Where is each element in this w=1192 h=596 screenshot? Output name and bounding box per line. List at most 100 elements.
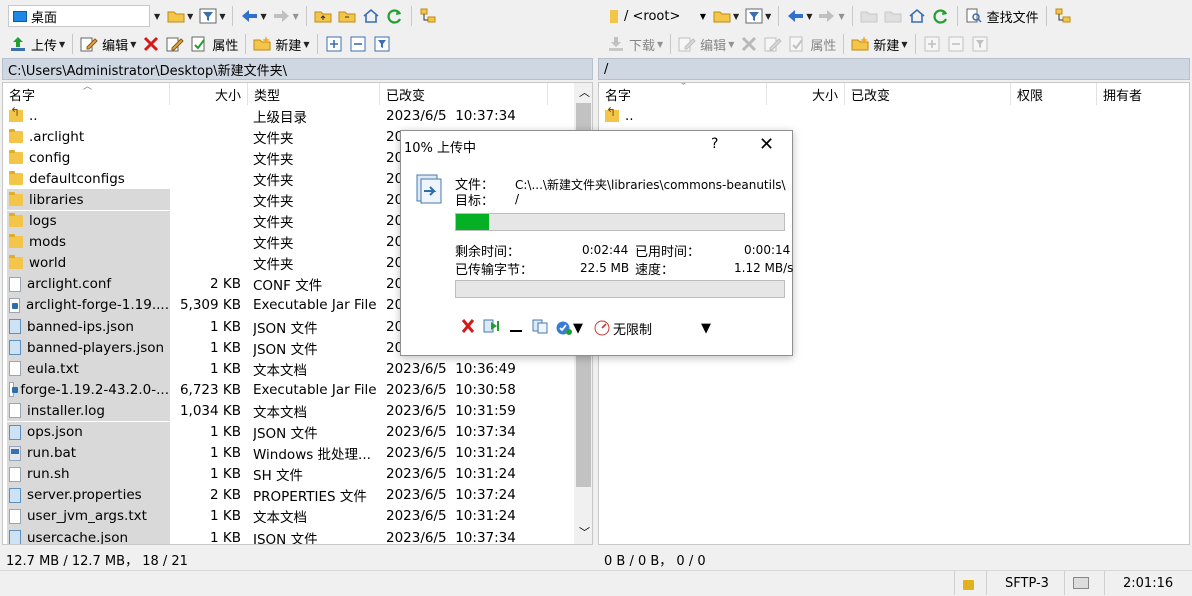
scroll-down-icon[interactable]: ﹀ [579,524,590,540]
table-row[interactable]: eula.txt 1 KB 文本文档 2023/6/5 10:36:49 [3,358,573,380]
right-root-directory-button[interactable] [882,4,904,28]
rename-button[interactable] [164,32,186,56]
refresh-button[interactable] [384,4,406,28]
right-path-bar[interactable]: / [598,58,1190,80]
folder-icon [9,234,23,249]
table-row[interactable]: installer.log 1,034 KB 文本文档 2023/6/5 10:31:… [3,400,573,422]
filter-button[interactable]: ▼ [197,4,227,28]
sort-up-icon: ︿ [83,82,93,92]
speed-limit-dropdown[interactable]: 无限制 ▼ [593,319,711,338]
col-header-rights[interactable]: 权限 [1011,83,1097,105]
right-properties-button[interactable]: 属性 [786,32,838,56]
file-name: world [29,255,67,272]
left-location-combo[interactable]: 桌面 [8,5,150,27]
sort-down-icon: ﹀ [679,82,689,92]
right-delete-button[interactable] [738,32,760,56]
upload-label: 上传 [31,38,58,54]
right-filter-button[interactable]: ▼ [743,4,773,28]
file-size: 1 KB [210,424,241,440]
col-header-changed[interactable]: 已改变 [380,83,548,105]
file-size: 1 KB [210,529,241,545]
right-location-dropdown-icon[interactable]: ▼ [700,12,706,21]
table-row[interactable]: usercache.json 1 KB JSON 文件 2023/6/5 10:37:… [3,527,573,545]
file-name: run.sh [27,466,70,483]
new-button[interactable]: 新建 ▼ [251,32,311,56]
right-rename-button[interactable] [762,32,784,56]
minimize-button[interactable] [507,318,525,338]
root-directory-button[interactable] [336,4,358,28]
right-back-button[interactable]: ▼ [784,4,814,28]
forward-button[interactable]: ▼ [271,4,301,28]
right-refresh-button[interactable] [930,4,952,28]
table-row[interactable]: user_jvm_args.txt 1 KB 文本文档 2023/6/5 10:31:… [3,505,573,527]
skip-file-button[interactable] [483,318,501,338]
parent-directory-button[interactable] [312,4,334,28]
col-header-type[interactable]: 类型 [248,83,380,105]
table-row[interactable]: server.properties 2 KB PROPERTIES 文件 2023/6… [3,484,573,506]
protocol-cell: SFTP-3 [986,571,1064,595]
right-new-button[interactable]: 新建 ▼ [849,32,909,56]
left-location-dropdown-icon[interactable]: ▼ [154,12,160,21]
table-row[interactable]: .. 上级目录 2023/6/5 10:37:34 [3,105,573,126]
select-files-button[interactable] [323,32,345,56]
right-forward-button[interactable]: ▼ [816,4,846,28]
open-directory-button[interactable]: ▼ [165,4,195,28]
help-button[interactable]: ? [711,136,718,152]
table-row[interactable]: forge-1.19.2-43.2.0-... 6,723 KB Executabl… [3,379,573,401]
upload-button[interactable]: 上传 ▼ [7,32,67,56]
table-row[interactable]: ops.json 1 KB JSON 文件 2023/6/5 10:37:34 [3,421,573,443]
col-header-owner[interactable]: 拥有者 [1097,83,1189,105]
table-row[interactable]: run.sh 1 KB SH 文件 2023/6/5 10:31:24 [3,463,573,485]
once-finished-button[interactable]: ▼ [555,320,583,336]
file-name: arclight-forge-1.19.... [25,297,169,314]
download-button[interactable]: 下载 ▼ [605,32,665,56]
tree-view-button[interactable] [417,4,439,28]
right-parent-directory-button[interactable] [858,4,880,28]
table-row[interactable]: .. [599,105,1189,126]
right-location-value: / <root> [624,8,681,24]
file-type: JSON 文件 [253,320,318,337]
col-header-name[interactable]: 名字 ﹀ [599,83,767,105]
file-changed: 2023/6/5 10:37:34 [386,107,516,124]
find-files-button[interactable]: 查找文件 [963,4,1041,28]
back-button[interactable]: ▼ [238,4,268,28]
right-edit-button[interactable]: 编辑 ▼ [676,32,736,56]
queue-button[interactable] [531,318,549,338]
right-tree-view-button[interactable] [1052,4,1074,28]
file-size: 1 KB [210,466,241,483]
scroll-up-icon[interactable]: ︿ [579,84,590,100]
col-header-size[interactable]: 大小 [767,83,845,105]
jar-file-icon [9,382,19,398]
cancel-transfer-button[interactable] [459,318,477,338]
plus-box-icon [325,36,343,52]
close-button[interactable]: ✕ [759,134,774,155]
target-value: / [515,192,520,206]
right-home-directory-button[interactable] [906,4,928,28]
left-path-bar[interactable]: C:\Users\Administrator\Desktop\新建文件夹\ [2,58,593,80]
file-name: server.properties [27,487,142,504]
edit-icon [678,36,696,52]
edit-button[interactable]: 编辑 ▼ [78,32,138,56]
home-directory-button[interactable] [360,4,382,28]
table-row[interactable]: run.bat 1 KB Windows 批处理... 2023/6/5 10:31:… [3,442,573,464]
filter-files-button[interactable] [371,32,393,56]
col-header-name[interactable]: 名字 ︿ [3,83,170,105]
right-select-files-button[interactable] [921,32,943,56]
speed-limit-arrow-icon: ▼ [701,320,711,336]
col-header-size[interactable]: 大小 [170,83,248,105]
right-open-directory-button[interactable]: ▼ [711,4,741,28]
upload-progress-dialog: 10% 上传中 ? ✕ 文件： C:\...\新建文件夹\libraries\c… [400,130,793,356]
right-unselect-files-button[interactable] [945,32,967,56]
right-filter-files-button[interactable] [969,32,991,56]
tree-icon [419,8,437,24]
right-location-combo[interactable]: / <root> ▼ [606,5,710,27]
properties-button[interactable]: 属性 [188,32,240,56]
file-type: Executable Jar File [253,297,377,314]
col-header-changed[interactable]: 已改变 [845,83,1011,105]
file-type: 文件夹 [253,236,294,253]
delete-button[interactable] [140,32,162,56]
right-edit-label: 编辑 [700,38,727,54]
unselect-files-button[interactable] [347,32,369,56]
find-files-label: 查找文件 [986,10,1039,26]
desktop-icon [13,10,27,22]
